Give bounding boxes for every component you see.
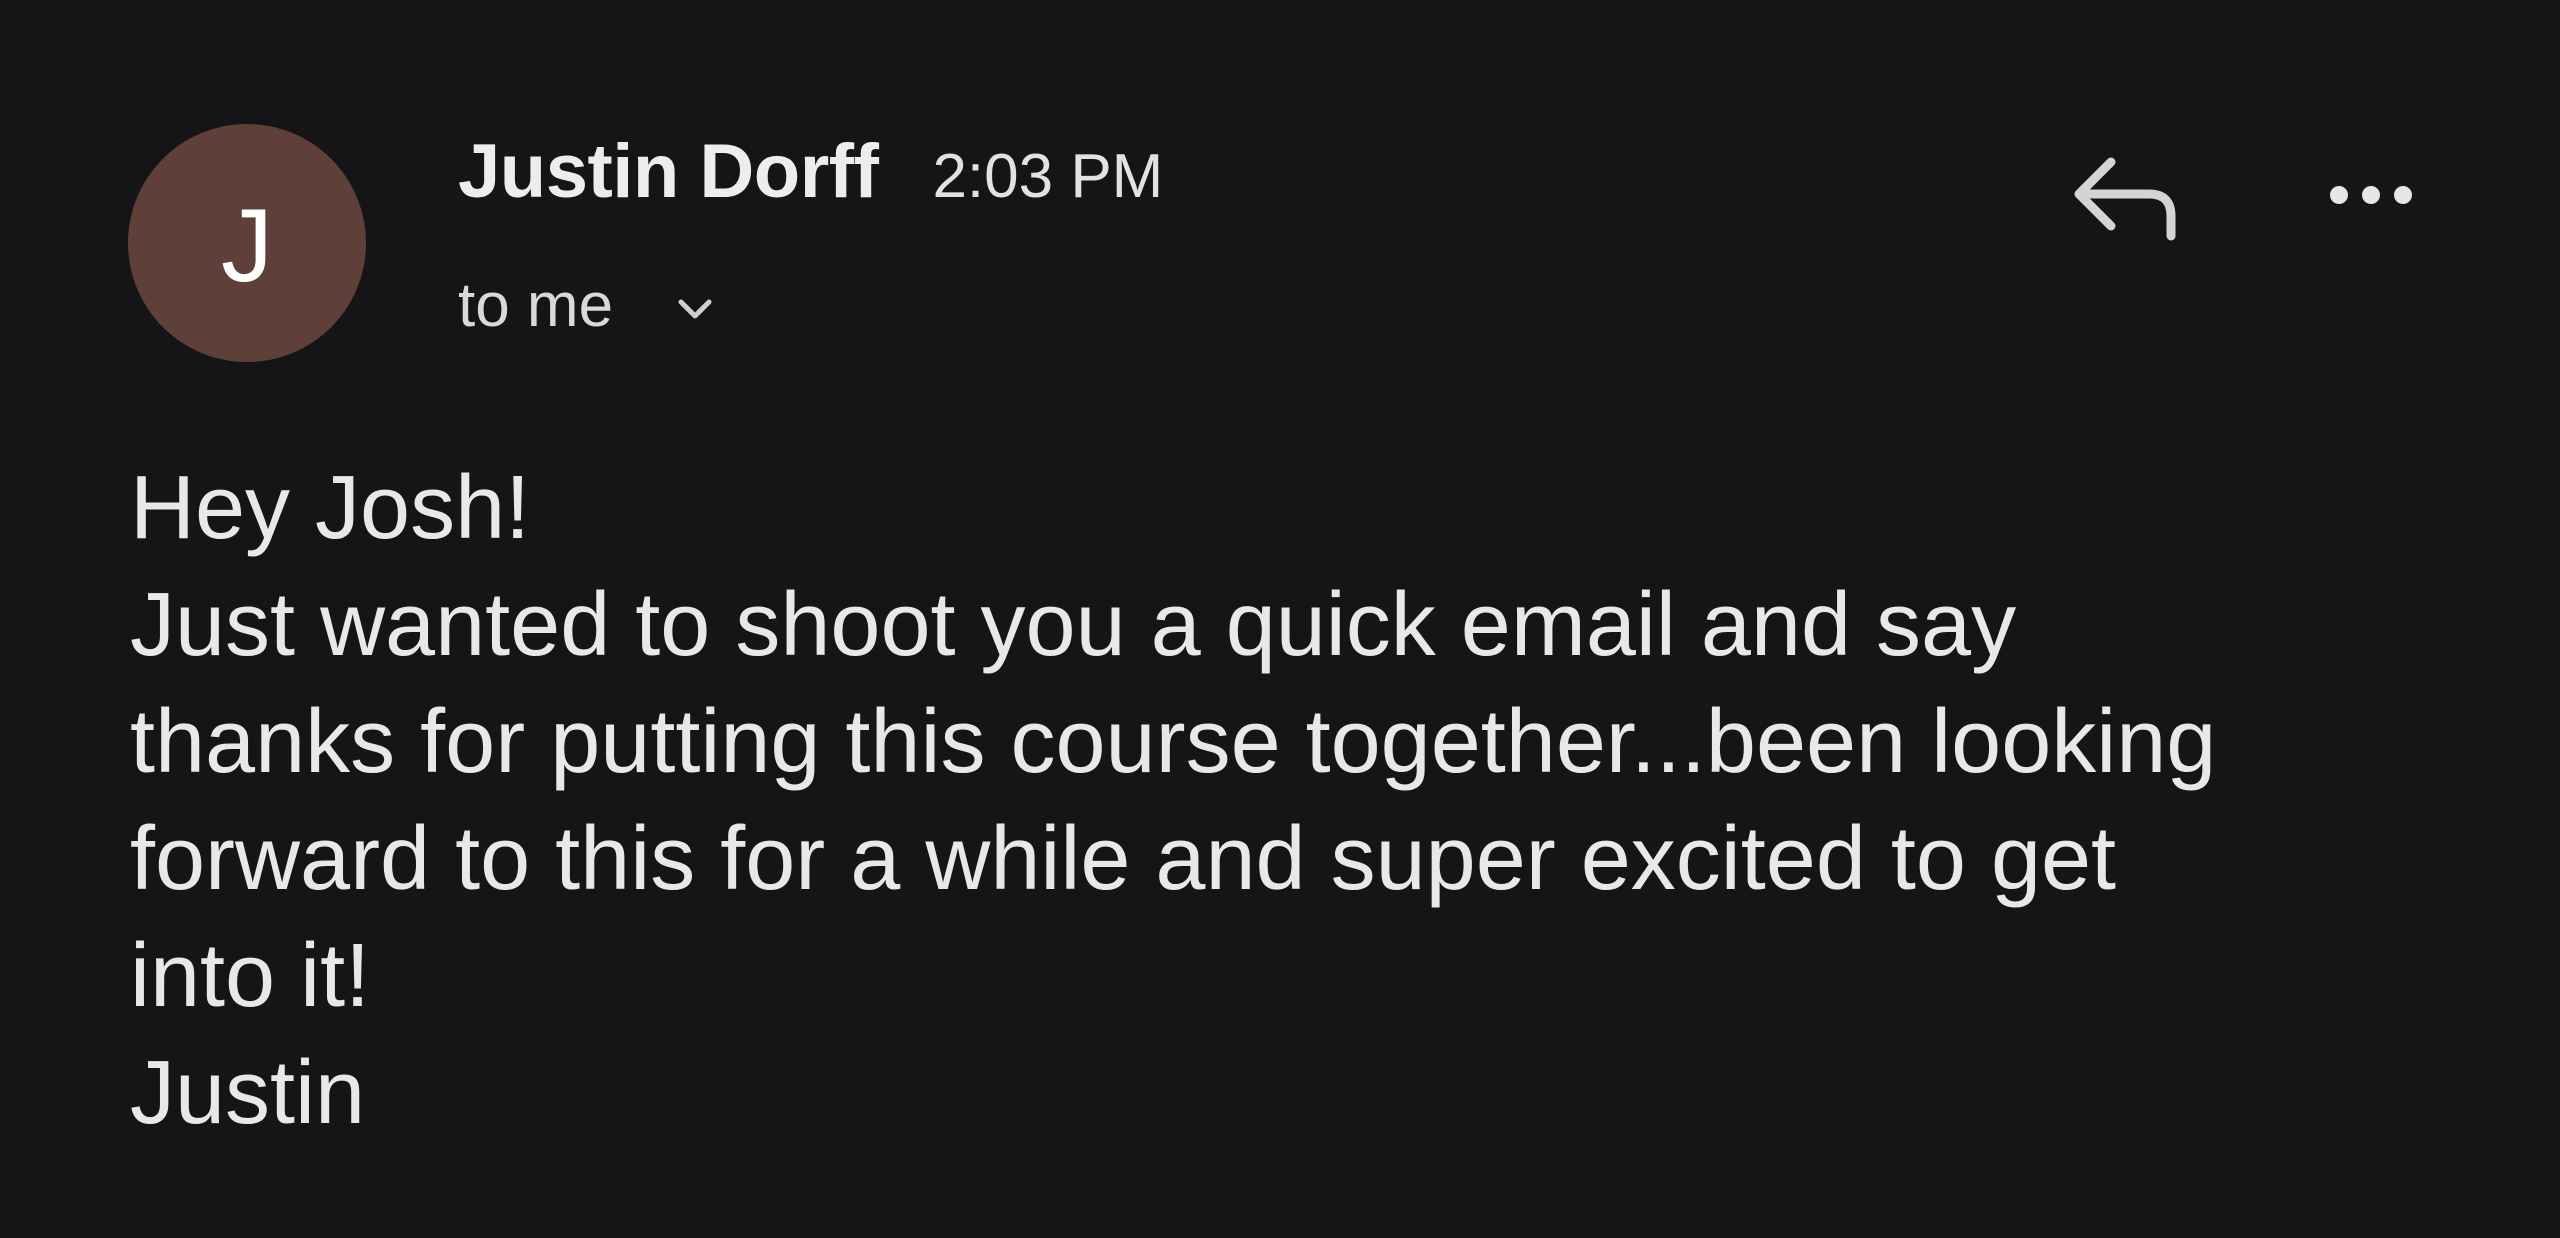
avatar-letter: J: [221, 188, 273, 304]
message-signature: Justin: [130, 1043, 366, 1143]
recipients-toggle[interactable]: to me: [458, 270, 717, 341]
message-body: Hey Josh! Just wanted to shoot you a qui…: [130, 450, 2450, 1152]
avatar[interactable]: J: [128, 124, 366, 362]
message-line: thanks for putting this course together.…: [130, 692, 2217, 792]
message-line: forward to this for a while and super ex…: [130, 809, 2117, 909]
reply-button[interactable]: [2060, 138, 2190, 258]
message-line: Just wanted to shoot you a quick email a…: [130, 575, 2017, 675]
chevron-down-icon[interactable]: [673, 287, 717, 331]
reply-icon: [2074, 157, 2176, 241]
message-time: 2:03 PM: [932, 142, 1164, 211]
recipients-label: to me: [458, 271, 614, 340]
message-line: into it!: [130, 926, 371, 1026]
more-options-button[interactable]: [2316, 150, 2426, 240]
more-horizontal-icon: [2330, 186, 2412, 204]
message-line: Hey Josh!: [130, 458, 531, 558]
sender-name[interactable]: Justin Dorff: [458, 128, 879, 215]
sender-header: Justin Dorff 2:03 PM: [458, 128, 1163, 224]
